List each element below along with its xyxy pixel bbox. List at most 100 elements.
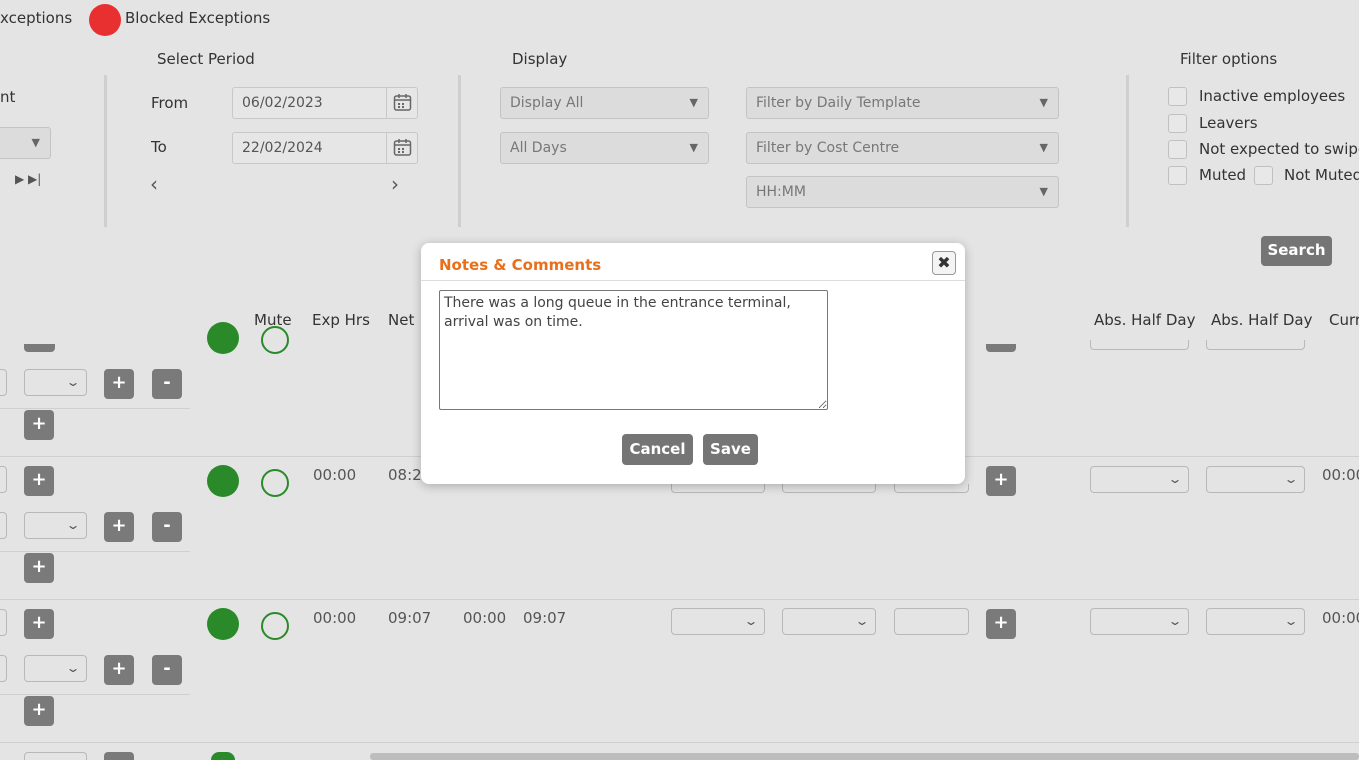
not-expected-checkbox[interactable] bbox=[1168, 140, 1187, 159]
row-input-partial[interactable] bbox=[0, 609, 7, 636]
muted-checkbox[interactable] bbox=[1168, 166, 1187, 185]
left-partial-select[interactable]: ▼ bbox=[0, 127, 51, 159]
daily-template-value: Filter by Daily Template bbox=[756, 95, 921, 111]
comment-textarea[interactable]: There was a long queue in the entrance t… bbox=[439, 290, 828, 410]
row-select[interactable]: ⌄ bbox=[671, 608, 765, 635]
abs-half-day-select-2[interactable]: ⌄ bbox=[1206, 466, 1305, 493]
add-button[interactable]: + bbox=[104, 512, 134, 542]
add-button[interactable]: + bbox=[24, 553, 54, 583]
row-select-partial[interactable] bbox=[1206, 340, 1305, 350]
row-input-partial[interactable] bbox=[0, 655, 7, 682]
from-date-input[interactable]: 06/02/2023 bbox=[232, 87, 418, 119]
to-label: To bbox=[151, 138, 167, 156]
net-value: 09:07 bbox=[388, 609, 432, 627]
row-button-partial[interactable] bbox=[104, 752, 134, 760]
filter-options-title: Filter options bbox=[1180, 50, 1278, 68]
remove-button[interactable]: - bbox=[152, 369, 182, 399]
row-button-partial[interactable] bbox=[986, 344, 1016, 352]
horizontal-scrollbar[interactable] bbox=[370, 753, 1359, 760]
row-select-partial[interactable] bbox=[1090, 340, 1189, 350]
add-button[interactable]: + bbox=[24, 466, 54, 496]
mute-toggle[interactable] bbox=[261, 612, 289, 640]
leavers-checkbox[interactable] bbox=[1168, 114, 1187, 133]
daily-template-select[interactable]: Filter by Daily Template ▼ bbox=[746, 87, 1059, 119]
time-format-select[interactable]: HH:MM ▼ bbox=[746, 176, 1059, 208]
status-dot bbox=[207, 608, 239, 640]
caret-down-icon: ▼ bbox=[1039, 185, 1048, 198]
cancel-button[interactable]: Cancel bbox=[622, 434, 693, 465]
net-value: 08:2 bbox=[388, 466, 422, 484]
left-partial-label: nt bbox=[0, 88, 16, 106]
row-select[interactable]: ⌄ bbox=[24, 512, 87, 539]
inactive-checkbox[interactable] bbox=[1168, 87, 1187, 106]
chevron-down-icon: ⌄ bbox=[65, 661, 81, 675]
chevron-down-icon: ⌄ bbox=[1283, 614, 1299, 628]
to-date-input[interactable]: 22/02/2024 bbox=[232, 132, 418, 164]
header-abs-half-day-2: Abs. Half Day bbox=[1211, 311, 1313, 329]
leavers-label: Leavers bbox=[1199, 114, 1258, 132]
row-divider bbox=[0, 742, 1359, 743]
row-select-partial[interactable] bbox=[782, 484, 876, 493]
save-button[interactable]: Save bbox=[703, 434, 758, 465]
row-input-partial[interactable] bbox=[894, 484, 969, 493]
blocked-exceptions-dot bbox=[89, 4, 121, 36]
inactive-label: Inactive employees bbox=[1199, 87, 1346, 105]
display-select-value: Display All bbox=[510, 95, 584, 111]
to-date-value: 22/02/2024 bbox=[242, 140, 323, 156]
exp-hrs-value: 00:00 bbox=[313, 466, 357, 484]
display-select[interactable]: Display All ▼ bbox=[500, 87, 709, 119]
curr-value: 00:00 bbox=[1322, 466, 1359, 484]
display-title: Display bbox=[512, 50, 568, 68]
row-input[interactable] bbox=[894, 608, 969, 635]
abs-half-day-select-1[interactable]: ⌄ bbox=[1090, 466, 1189, 493]
period-next-arrow[interactable]: › bbox=[391, 172, 399, 196]
calendar-icon[interactable] bbox=[386, 88, 417, 118]
search-button[interactable]: Search bbox=[1261, 236, 1332, 266]
add-button[interactable]: + bbox=[986, 466, 1016, 496]
row-button-partial[interactable] bbox=[24, 344, 55, 352]
chevron-down-icon: ⌄ bbox=[1167, 472, 1183, 486]
chevron-down-icon: ⌄ bbox=[854, 614, 870, 628]
row-select[interactable]: ⌄ bbox=[782, 608, 876, 635]
row-select-partial[interactable] bbox=[24, 752, 87, 760]
mute-toggle[interactable] bbox=[261, 326, 289, 354]
close-icon[interactable]: ✖ bbox=[932, 251, 956, 275]
status-dot-partial bbox=[211, 752, 235, 760]
days-select-value: All Days bbox=[510, 140, 567, 156]
pager-next-last[interactable]: ▶ ▶| bbox=[15, 172, 41, 186]
add-button[interactable]: + bbox=[104, 369, 134, 399]
row-select[interactable]: ⌄ bbox=[24, 369, 87, 396]
row-input-partial[interactable] bbox=[0, 369, 7, 396]
add-button[interactable]: + bbox=[24, 696, 54, 726]
add-button[interactable]: + bbox=[104, 655, 134, 685]
remove-button[interactable]: - bbox=[152, 512, 182, 542]
not-expected-label: Not expected to swipe bbox=[1199, 140, 1359, 158]
header-abs-half-day-1: Abs. Half Day bbox=[1094, 311, 1196, 329]
chevron-down-icon: ⌄ bbox=[65, 375, 81, 389]
remove-button[interactable]: - bbox=[152, 655, 182, 685]
cost-centre-select[interactable]: Filter by Cost Centre ▼ bbox=[746, 132, 1059, 164]
caret-down-icon: ▼ bbox=[31, 136, 40, 149]
row-divider bbox=[0, 599, 1359, 600]
add-button[interactable]: + bbox=[24, 609, 54, 639]
calendar-icon[interactable] bbox=[386, 133, 417, 163]
header-exp-hrs: Exp Hrs bbox=[312, 311, 370, 329]
mute-toggle[interactable] bbox=[261, 469, 289, 497]
not-muted-checkbox[interactable] bbox=[1254, 166, 1273, 185]
chevron-down-icon: ⌄ bbox=[1167, 614, 1183, 628]
not-muted-label: Not Muted bbox=[1284, 166, 1359, 184]
row-input-partial[interactable] bbox=[0, 466, 7, 493]
days-select[interactable]: All Days ▼ bbox=[500, 132, 709, 164]
row-select-partial[interactable] bbox=[671, 484, 765, 493]
add-button[interactable]: + bbox=[24, 410, 54, 440]
notes-comments-modal: Notes & Comments ✖ There was a long queu… bbox=[421, 243, 965, 484]
chevron-down-icon: ⌄ bbox=[1283, 472, 1299, 486]
row-select[interactable]: ⌄ bbox=[24, 655, 87, 682]
abs-half-day-select-1[interactable]: ⌄ bbox=[1090, 608, 1189, 635]
add-button[interactable]: + bbox=[986, 609, 1016, 639]
divider bbox=[1126, 75, 1129, 227]
caret-down-icon: ▼ bbox=[689, 96, 698, 109]
period-prev-arrow[interactable]: ‹ bbox=[150, 172, 158, 196]
row-input-partial[interactable] bbox=[0, 512, 7, 539]
abs-half-day-select-2[interactable]: ⌄ bbox=[1206, 608, 1305, 635]
